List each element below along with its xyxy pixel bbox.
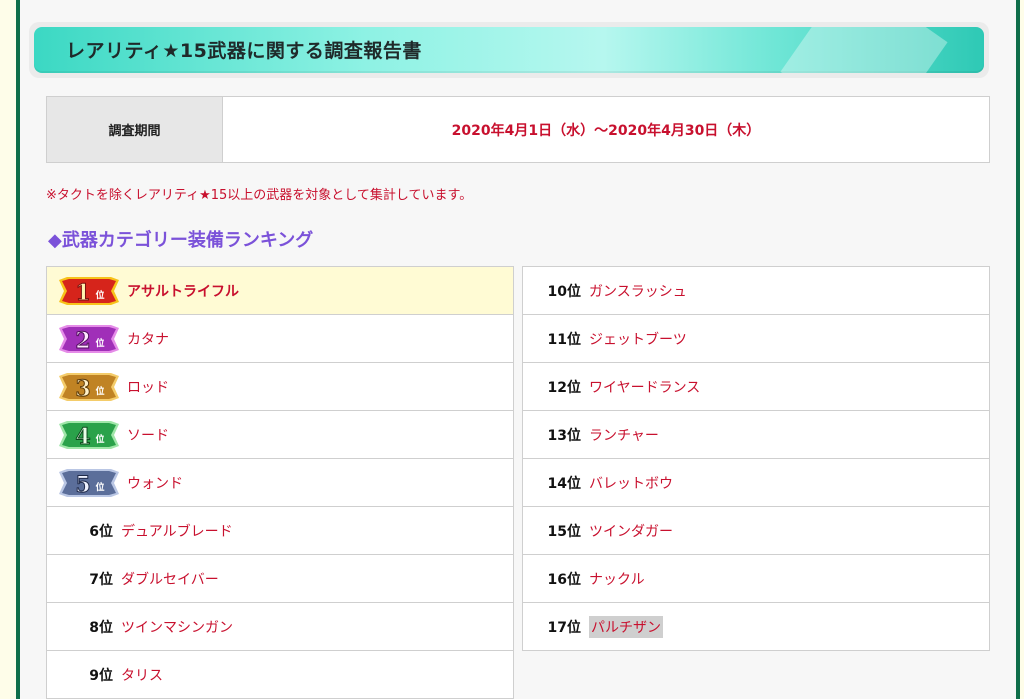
rank-number: 13位 [547,427,581,444]
ranking-list-right: 10位 ガンスラッシュ 11位 ジェットブーツ 12位 ワイヤードランス 13位… [522,266,990,651]
weapon-name: ナックル [589,571,645,588]
ranking-row-15: 15位 ツインダガー [523,507,989,555]
rank-5-badge-icon: 5 位 [59,468,119,497]
ranking-row-5: 5 位 ウォンド [47,459,513,507]
weapon-name: ジェットブーツ [589,331,687,348]
svg-text:位: 位 [95,337,104,349]
svg-text:位: 位 [95,385,104,397]
ranking-row-16: 16位 ナックル [523,555,989,603]
rank-number: 12位 [547,379,581,396]
svg-text:5: 5 [75,472,90,497]
ranking-row-14: 14位 バレットボウ [523,459,989,507]
weapon-name: ワイヤードランス [589,379,701,396]
rank-2-badge-icon: 2 位 [59,324,119,353]
rank-number: 14位 [547,475,581,492]
rank-number: 7位 [89,571,113,588]
ranking-row-10: 10位 ガンスラッシュ [523,267,989,315]
weapon-name: ランチャー [589,427,659,444]
ranking-row-1: 1 位 アサルトライフル [47,267,513,315]
svg-text:3: 3 [75,376,90,401]
rank-number: 8位 [89,619,113,636]
survey-period-label: 調査期間 [47,97,223,162]
weapon-name: ツインダガー [589,523,673,540]
rank-number: 15位 [547,523,581,540]
ranking-row-8: 8位 ツインマシンガン [47,603,513,651]
weapon-name: ガンスラッシュ [589,283,687,300]
weapon-name: ダブルセイバー [121,571,219,588]
rank-number: 11位 [547,331,581,348]
ranking-row-11: 11位 ジェットブーツ [523,315,989,363]
svg-text:2: 2 [75,328,90,353]
ranking-row-12: 12位 ワイヤードランス [523,363,989,411]
rank-4-badge-icon: 4 位 [59,420,119,449]
ranking-row-3: 3 位 ロッド [47,363,513,411]
rank-number: 16位 [547,571,581,588]
weapon-name: ソード [127,427,169,444]
weapon-name: ウォンド [127,475,183,492]
rank-number: 9位 [89,667,113,684]
ranking-row-4: 4 位 ソード [47,411,513,459]
weapon-name-selected: パルチザン [589,615,663,638]
svg-text:4: 4 [75,424,90,449]
svg-text:位: 位 [95,433,104,445]
weapon-name: ロッド [127,379,169,396]
ranking-heading: ◆武器カテゴリー装備ランキング [48,230,314,251]
ranking-row-7: 7位 ダブルセイバー [47,555,513,603]
weapon-name: ツインマシンガン [121,619,233,636]
svg-text:位: 位 [95,481,104,493]
svg-text:1: 1 [75,280,90,305]
ranking-row-6: 6位 デュアルブレード [47,507,513,555]
svg-text:位: 位 [95,289,104,301]
rank-number: 10位 [547,283,581,300]
page-background: レアリティ★15武器に関する調査報告書 調査期間 2020年4月1日（水）～20… [0,0,1024,699]
ranking-list-left: 1 位 アサルトライフル 2 位 カタナ 3 位 ロッド 4 位 ソード 5 位… [46,266,514,699]
rank-1-badge-icon: 1 位 [59,276,119,305]
ranking-row-13: 13位 ランチャー [523,411,989,459]
report-title: レアリティ★15武器に関する調査報告書 [66,40,422,62]
rank-number: 6位 [89,523,113,540]
weapon-name: デュアルブレード [121,523,233,540]
weapon-name: カタナ [127,331,169,348]
ranking-row-9: 9位 タリス [47,651,513,699]
rank-number: 17位 [547,619,581,636]
weapon-name: タリス [121,667,163,684]
ranking-row-17: 17位 パルチザン [523,603,989,651]
survey-period-value: 2020年4月1日（水）～2020年4月30日（木） [451,122,761,139]
weapon-name: バレットボウ [589,475,673,492]
scope-note: ※タクトを除くレアリティ★15以上の武器を対象として集計しています。 [46,188,473,203]
rank-3-badge-icon: 3 位 [59,372,119,401]
ranking-row-2: 2 位 カタナ [47,315,513,363]
survey-period-table: 調査期間 2020年4月1日（水）～2020年4月30日（木） [46,96,990,163]
weapon-name: アサルトライフル [127,283,239,300]
